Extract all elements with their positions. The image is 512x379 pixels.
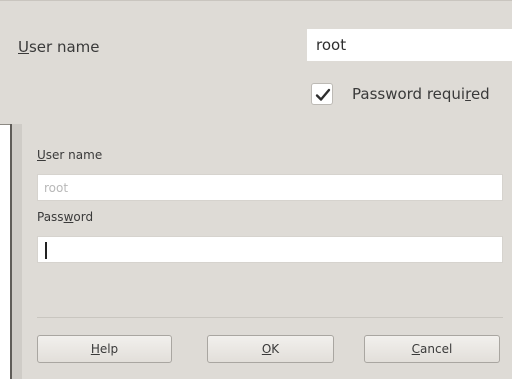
dialog-user-name-value: root: [44, 181, 69, 195]
button-separator: [37, 317, 503, 318]
cancel-mnemonic: C: [411, 342, 421, 356]
user-settings-panel: User name root Password required: [0, 0, 512, 125]
text-caret: [45, 242, 47, 259]
d-un-mnemonic: U: [37, 148, 46, 162]
help-rest: elp: [99, 342, 119, 356]
login-dialog: User name root Password Help OK Cancel: [10, 124, 512, 379]
password-required-checkbox[interactable]: [311, 83, 333, 105]
dialog-user-name-field[interactable]: root: [37, 174, 503, 201]
pw-part1: Pass: [37, 210, 64, 224]
mnemonic-u: U: [18, 38, 29, 56]
help-mnemonic: H: [90, 342, 100, 356]
user-name-field[interactable]: root: [307, 29, 512, 61]
cancel-rest: ancel: [420, 342, 453, 356]
dialog-user-name-label: User name: [37, 148, 102, 162]
ok-mnemonic: O: [261, 342, 272, 356]
password-field[interactable]: [37, 236, 503, 263]
pw-part2: ord: [73, 210, 94, 224]
d-un-rest: ser name: [45, 148, 103, 162]
ok-button[interactable]: OK: [207, 335, 334, 363]
ok-rest: K: [271, 342, 280, 356]
dialog-password-label: Password: [37, 210, 93, 224]
user-name-label-rest: ser name: [28, 38, 100, 56]
pr-part1: Password requi: [352, 85, 466, 103]
password-required-label: Password required: [352, 85, 490, 103]
checkmark-icon: [315, 88, 331, 101]
pw-mnemonic: w: [63, 210, 74, 224]
dialog-left-shade: [12, 124, 22, 379]
pr-part2: ed: [470, 85, 490, 103]
cancel-button[interactable]: Cancel: [364, 335, 500, 363]
help-button[interactable]: Help: [37, 335, 172, 363]
user-name-label: User name: [18, 38, 100, 56]
